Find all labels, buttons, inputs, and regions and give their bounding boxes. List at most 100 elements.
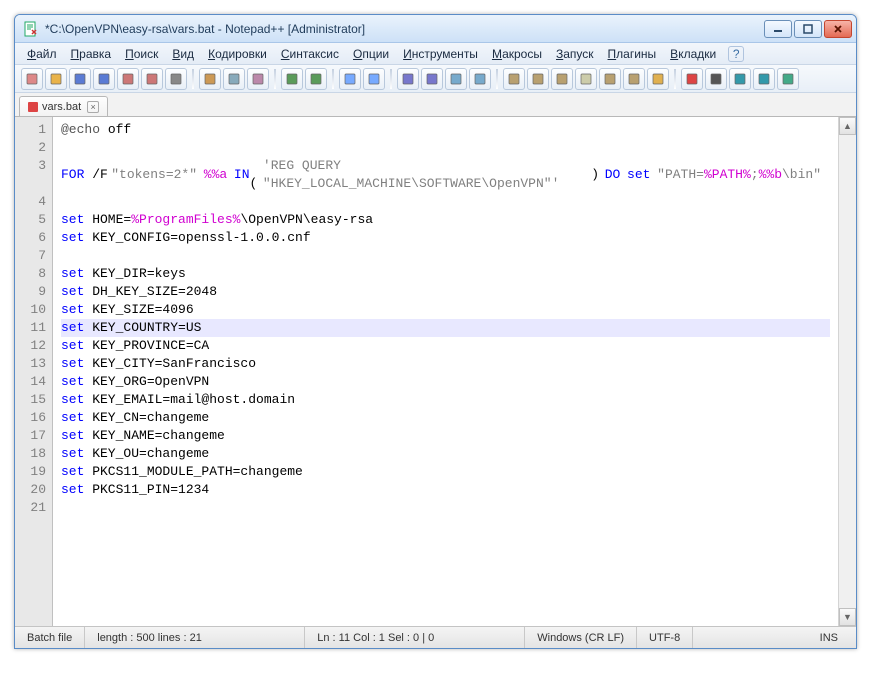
code-line[interactable]: set HOME=%ProgramFiles%\OpenVPN\easy-rsa: [61, 211, 830, 229]
sync-v-icon: [449, 72, 463, 86]
maximize-button[interactable]: [794, 20, 822, 38]
code-line[interactable]: set DH_KEY_SIZE=2048: [61, 283, 830, 301]
menu-вид[interactable]: Вид: [166, 45, 200, 63]
menu-опции[interactable]: Опции: [347, 45, 395, 63]
code-line[interactable]: [61, 247, 830, 265]
vertical-scrollbar[interactable]: ▲ ▼: [838, 117, 856, 626]
title-bar[interactable]: *C:\OpenVPN\easy-rsa\vars.bat - Notepad+…: [15, 15, 856, 43]
status-eol[interactable]: Windows (CR LF): [525, 627, 637, 648]
func-list-icon[interactable]: [623, 68, 645, 90]
close-button[interactable]: [824, 20, 852, 38]
show-all-icon: [531, 72, 545, 86]
tab-close-button[interactable]: ×: [87, 101, 99, 113]
close-icon[interactable]: [117, 68, 139, 90]
save-all-icon: [97, 72, 111, 86]
zoom-out-icon[interactable]: [421, 68, 443, 90]
scroll-track[interactable]: [839, 135, 856, 608]
menu-поиск[interactable]: Поиск: [119, 45, 164, 63]
indent-guide-icon[interactable]: [551, 68, 573, 90]
udl-icon[interactable]: [575, 68, 597, 90]
code-line[interactable]: set KEY_SIZE=4096: [61, 301, 830, 319]
play-icon[interactable]: [729, 68, 751, 90]
code-editor[interactable]: @echo off FOR /F "tokens=2*" %%a IN ('RE…: [53, 117, 838, 626]
window-controls: [764, 20, 852, 38]
close-icon: [833, 24, 843, 34]
print-icon[interactable]: [165, 68, 187, 90]
menu-вкладки[interactable]: Вкладки: [664, 45, 722, 63]
code-line[interactable]: set KEY_DIR=keys: [61, 265, 830, 283]
play-multi-icon[interactable]: [753, 68, 775, 90]
new-file-icon[interactable]: [21, 68, 43, 90]
minimize-button[interactable]: [764, 20, 792, 38]
redo-icon: [309, 72, 323, 86]
code-line[interactable]: [61, 139, 830, 157]
app-window: *C:\OpenVPN\easy-rsa\vars.bat - Notepad+…: [14, 14, 857, 649]
code-line[interactable]: [61, 193, 830, 211]
code-line[interactable]: set KEY_CITY=SanFrancisco: [61, 355, 830, 373]
code-line[interactable]: set KEY_OU=changeme: [61, 445, 830, 463]
code-line[interactable]: set KEY_ORG=OpenVPN: [61, 373, 830, 391]
undo-icon: [285, 72, 299, 86]
save-macro-icon: [781, 72, 795, 86]
menu-запуск[interactable]: Запуск: [550, 45, 600, 63]
cut-icon[interactable]: [199, 68, 221, 90]
folder-icon: [651, 72, 665, 86]
find-icon: [343, 72, 357, 86]
folder-icon[interactable]: [647, 68, 669, 90]
zoom-out-icon: [425, 72, 439, 86]
save-macro-icon[interactable]: [777, 68, 799, 90]
undo-icon[interactable]: [281, 68, 303, 90]
code-line[interactable]: set KEY_EMAIL=mail@host.domain: [61, 391, 830, 409]
indent-guide-icon: [555, 72, 569, 86]
code-line[interactable]: set PKCS11_MODULE_PATH=changeme: [61, 463, 830, 481]
scroll-down-button[interactable]: ▼: [839, 608, 856, 626]
scroll-up-button[interactable]: ▲: [839, 117, 856, 135]
replace-icon[interactable]: [363, 68, 385, 90]
sync-v-icon[interactable]: [445, 68, 467, 90]
wordwrap-icon[interactable]: [503, 68, 525, 90]
status-filetype: Batch file: [15, 627, 85, 648]
copy-icon[interactable]: [223, 68, 245, 90]
find-icon[interactable]: [339, 68, 361, 90]
code-line[interactable]: set KEY_CONFIG=openssl-1.0.0.cnf: [61, 229, 830, 247]
code-line[interactable]: set KEY_COUNTRY=US: [61, 319, 830, 337]
menu-файл[interactable]: Файл: [21, 45, 63, 63]
close-all-icon[interactable]: [141, 68, 163, 90]
print-icon: [169, 72, 183, 86]
record-icon[interactable]: [681, 68, 703, 90]
maximize-icon: [803, 24, 813, 34]
menu-макросы[interactable]: Макросы: [486, 45, 548, 63]
zoom-in-icon[interactable]: [397, 68, 419, 90]
open-file-icon[interactable]: [45, 68, 67, 90]
menu-правка[interactable]: Правка: [65, 45, 118, 63]
menu-инструменты[interactable]: Инструменты: [397, 45, 484, 63]
code-line[interactable]: [61, 499, 830, 517]
stop-icon: [709, 72, 723, 86]
status-insert-mode[interactable]: INS: [808, 627, 856, 648]
menu-кодировки[interactable]: Кодировки: [202, 45, 273, 63]
save-all-icon[interactable]: [93, 68, 115, 90]
save-icon[interactable]: [69, 68, 91, 90]
tab-vars-bat[interactable]: vars.bat ×: [19, 96, 108, 116]
stop-icon[interactable]: [705, 68, 727, 90]
status-length: length : 500 lines : 21: [85, 627, 305, 648]
code-line[interactable]: set KEY_CN=changeme: [61, 409, 830, 427]
sync-h-icon[interactable]: [469, 68, 491, 90]
menu-синтаксис[interactable]: Синтаксис: [275, 45, 345, 63]
paste-icon[interactable]: [247, 68, 269, 90]
code-line[interactable]: set KEY_PROVINCE=CA: [61, 337, 830, 355]
code-line[interactable]: FOR /F "tokens=2*" %%a IN ('REG QUERY "H…: [61, 157, 821, 193]
line-number-gutter: 123456789101112131415161718192021: [15, 117, 53, 626]
code-line[interactable]: set KEY_NAME=changeme: [61, 427, 830, 445]
save-icon: [73, 72, 87, 86]
code-line[interactable]: set PKCS11_PIN=1234: [61, 481, 830, 499]
open-file-icon: [49, 72, 63, 86]
status-encoding[interactable]: UTF-8: [637, 627, 693, 648]
show-all-icon[interactable]: [527, 68, 549, 90]
menu-help[interactable]: ?: [728, 46, 744, 62]
doc-map-icon[interactable]: [599, 68, 621, 90]
toolbar-separator: [496, 69, 498, 89]
redo-icon[interactable]: [305, 68, 327, 90]
code-line[interactable]: @echo off: [61, 121, 830, 139]
menu-плагины[interactable]: Плагины: [602, 45, 663, 63]
